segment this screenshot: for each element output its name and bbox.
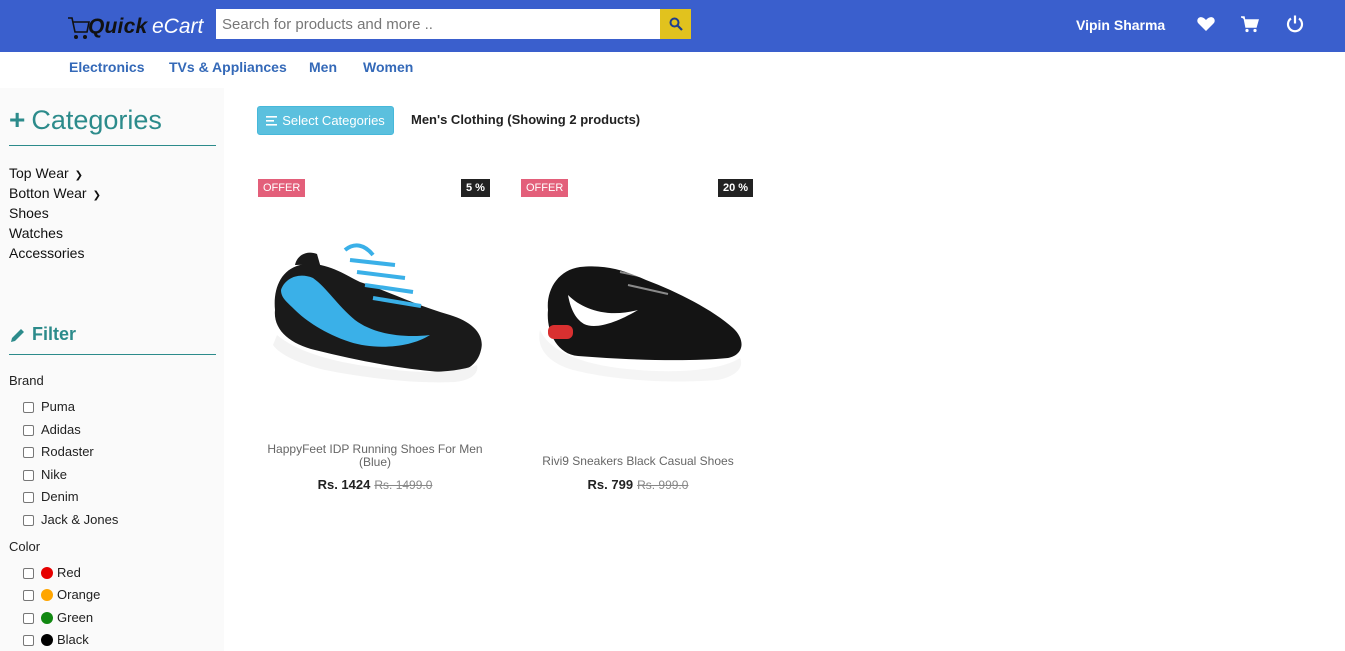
search-button[interactable] <box>660 9 691 39</box>
wishlist-link[interactable]: — ··· — ··· <box>255 501 495 505</box>
checkbox[interactable] <box>23 425 34 436</box>
current-price: Rs. 1424 <box>317 477 371 492</box>
brand-label: Brand <box>9 373 44 388</box>
nav-women[interactable]: Women <box>363 59 413 75</box>
category-watches[interactable]: Watches <box>9 225 63 241</box>
black-swatch <box>41 633 53 646</box>
logo-text-ecart: eCart <box>152 15 204 38</box>
pencil-icon <box>11 328 24 342</box>
checkbox[interactable] <box>23 613 34 624</box>
wishlist-heart-icon[interactable] <box>1196 14 1216 34</box>
checkbox[interactable] <box>23 470 34 481</box>
product-card[interactable]: OFFER 5 % HappyFeet IDP Running Shoes Fo… <box>255 170 495 505</box>
brand-denim-checkbox[interactable]: Denim <box>23 489 79 504</box>
checkbox[interactable] <box>23 635 34 646</box>
chevron-down-icon: ❯ <box>92 190 101 201</box>
puma-shoe-image[interactable] <box>255 210 495 410</box>
checkbox[interactable] <box>23 515 34 526</box>
user-name-link[interactable]: Vipin Sharma <box>1076 17 1165 33</box>
category-nav: Electronics TVs & Appliances Men Women <box>0 52 1345 88</box>
filter-heading: Filter <box>9 324 76 345</box>
checkbox[interactable] <box>23 492 34 503</box>
power-logout-icon[interactable] <box>1285 14 1305 34</box>
color-label: Color <box>9 539 41 554</box>
green-swatch <box>41 611 53 624</box>
nav-men[interactable]: Men <box>309 59 337 75</box>
product-name[interactable]: Rivi9 Sneakers Black Casual Shoes <box>518 455 758 468</box>
product-price: Rs. 799 Rs. 999.0 <box>518 477 758 492</box>
divider <box>9 354 216 355</box>
plus-icon: + <box>9 104 26 135</box>
discount-badge: 5 % <box>461 179 490 197</box>
offer-badge: OFFER <box>258 179 306 197</box>
category-shoes[interactable]: Shoes <box>9 205 49 221</box>
checkbox[interactable] <box>23 447 34 458</box>
chevron-down-icon: ❯ <box>74 170 84 181</box>
checkbox[interactable] <box>23 402 34 413</box>
color-green-checkbox[interactable]: Green <box>23 610 93 625</box>
logo-text-quick: Quick <box>88 15 148 38</box>
brand-adidas-checkbox[interactable]: Adidas <box>23 422 81 437</box>
search-icon <box>669 17 683 31</box>
cart-logo-icon <box>68 17 90 39</box>
nav-tvs-appliances[interactable]: TVs & Appliances <box>169 59 287 75</box>
category-accessories[interactable]: Accessories <box>9 245 84 261</box>
brand-jack-jones-checkbox[interactable]: Jack & Jones <box>23 512 118 527</box>
red-swatch <box>41 566 53 579</box>
cart-icon[interactable] <box>1240 14 1260 34</box>
original-price: Rs. 1499.0 <box>374 478 433 492</box>
select-categories-button[interactable]: Select Categories <box>257 106 394 135</box>
product-price: Rs. 1424 Rs. 1499.0 <box>255 477 495 492</box>
color-red-checkbox[interactable]: Red <box>23 565 81 580</box>
sidebar: + Categories Top Wear ❯ Botton Wear ❯ Shoes… <box>0 88 224 651</box>
checkbox[interactable] <box>23 590 34 601</box>
top-header: Quick eCart Search for products and more… <box>0 0 1345 52</box>
brand-puma-checkbox[interactable]: Puma <box>23 399 75 414</box>
nike-shoe-image[interactable] <box>518 210 758 410</box>
logo[interactable]: Quick eCart <box>66 10 206 44</box>
wishlist-link[interactable]: — ··· — ··· <box>518 501 758 505</box>
divider <box>9 145 216 146</box>
checkbox[interactable] <box>23 568 34 579</box>
current-price: Rs. 799 <box>587 477 634 492</box>
search-input[interactable]: Search for products and more .. <box>216 9 661 39</box>
category-top-wear[interactable]: Top Wear ❯ <box>9 165 83 181</box>
original-price: Rs. 999.0 <box>637 478 689 492</box>
list-icon <box>266 115 278 126</box>
category-botton-wear[interactable]: Botton Wear ❯ <box>9 185 101 201</box>
product-card[interactable]: OFFER 20 % Rivi9 Sneakers Black Casual S… <box>518 170 758 505</box>
listing-heading: Men's Clothing (Showing 2 products) <box>411 112 641 127</box>
discount-badge: 20 % <box>718 179 754 197</box>
color-orange-checkbox[interactable]: Orange <box>23 587 100 602</box>
product-name[interactable]: HappyFeet IDP Running Shoes For Men (Blu… <box>255 443 495 469</box>
nav-electronics[interactable]: Electronics <box>69 59 144 75</box>
orange-swatch <box>41 588 53 601</box>
color-black-checkbox[interactable]: Black <box>23 632 89 647</box>
categories-heading: + Categories <box>9 104 162 135</box>
brand-nike-checkbox[interactable]: Nike <box>23 467 67 482</box>
brand-rodaster-checkbox[interactable]: Rodaster <box>23 444 94 459</box>
offer-badge: OFFER <box>521 179 569 197</box>
